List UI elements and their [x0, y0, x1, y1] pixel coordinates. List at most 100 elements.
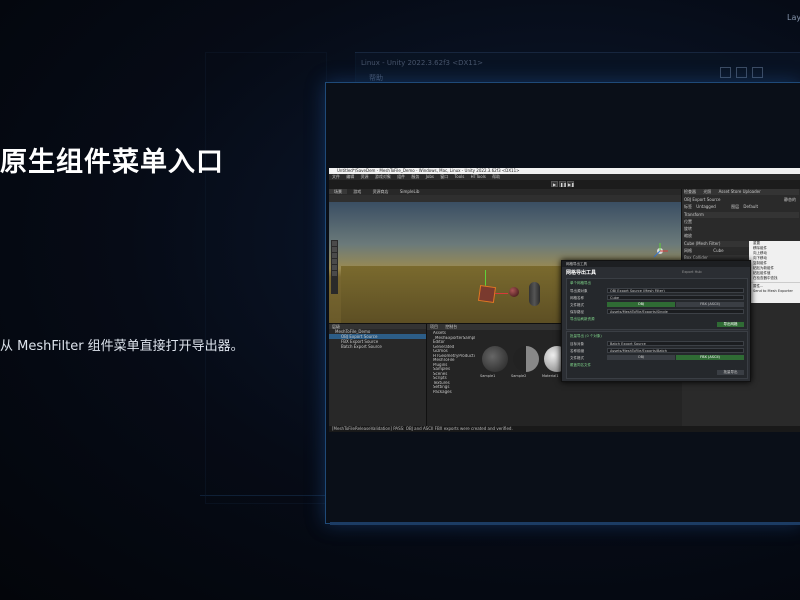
- selected-cube[interactable]: [477, 284, 497, 304]
- batch-target-label: 目标对象: [570, 342, 584, 346]
- tab-asset-store-uploader[interactable]: Asset Store Uploader: [719, 189, 761, 194]
- transform-header[interactable]: Transform: [684, 212, 799, 218]
- close-icon: [752, 67, 763, 78]
- batch-export-section: 批量导出 (0 个对象) 目标对象 Batch Export Source 名称…: [566, 331, 748, 379]
- asset-thumbnail[interactable]: [482, 346, 508, 372]
- section-title: 批量导出 (0 个对象): [570, 334, 602, 338]
- decorative-panel: [205, 52, 327, 504]
- tab-console[interactable]: 控制台: [445, 324, 457, 329]
- slide-subtitle: 从 MeshFilter 组件菜单直接打开导出器。: [0, 339, 244, 354]
- minimize-icon: [720, 67, 731, 78]
- tab-asset-store[interactable]: 资源商店: [368, 189, 394, 194]
- context-menu-item[interactable]: 在检查器中查找: [749, 276, 800, 281]
- asset-thumbnail[interactable]: [513, 346, 539, 372]
- tab-simplelib[interactable]: SimpleLib: [395, 189, 425, 194]
- name-field[interactable]: Cube: [607, 295, 744, 300]
- dialog-tab-hint[interactable]: Export Hub: [682, 270, 702, 274]
- batch-format-label: 文件格式: [570, 356, 584, 360]
- unity-editor-screenshot: Untitled*/SaveDem - MeshToFile_Demo - Wi…: [329, 168, 800, 432]
- step-button[interactable]: ▶❚: [567, 181, 574, 187]
- scale-tool-icon[interactable]: [332, 259, 337, 264]
- path-field[interactable]: Assets/MeshToFile/Exports/Single: [607, 309, 744, 314]
- play-button[interactable]: ▶: [551, 181, 558, 187]
- menu-item[interactable]: HTTools: [471, 174, 486, 179]
- static-toggle[interactable]: 静态的: [784, 197, 796, 203]
- refresh-checkbox[interactable]: 导出后刷新资源: [570, 317, 595, 322]
- menu-item[interactable]: 文件: [332, 174, 340, 179]
- name-label: 网格名称: [570, 296, 584, 300]
- folder-item[interactable]: Packages: [427, 390, 475, 395]
- batch-obj-button[interactable]: OBJ: [607, 355, 675, 360]
- hand-tool-icon[interactable]: [332, 241, 337, 246]
- mesh-field[interactable]: Cube: [713, 248, 723, 253]
- tab-game[interactable]: 游戏: [348, 189, 366, 194]
- send-to-mesh-exporter-item[interactable]: Send to Mesh Exporter: [749, 289, 800, 294]
- menu-item[interactable]: Jobs: [426, 174, 434, 179]
- sphere-object[interactable]: [509, 287, 519, 297]
- asset-label: Sample2: [511, 374, 527, 378]
- object-name-field[interactable]: OBJ Export Source: [684, 197, 720, 202]
- mesh-label: 网格: [684, 248, 692, 253]
- mesh-export-dialog: 网格导出工具 网格导出工具 Export Hub 单个网格导出 导出源对象 OB…: [561, 260, 751, 382]
- menu-item[interactable]: 窗口: [440, 174, 448, 179]
- position-label: 位置: [684, 219, 692, 224]
- menu-item[interactable]: 帮助: [492, 174, 500, 179]
- tag-layer-row: 标签 Untagged 图层 Default: [684, 204, 799, 210]
- object-header: OBJ Export Source 静态的: [684, 197, 799, 203]
- rect-tool-icon[interactable]: [332, 265, 337, 270]
- tag-label: 标签: [684, 204, 692, 209]
- source-label: 导出源对象: [570, 289, 588, 293]
- batch-target-field[interactable]: Batch Export Source: [607, 341, 744, 346]
- tool-palette: [331, 240, 338, 294]
- capsule-object[interactable]: [529, 282, 540, 306]
- tab-inspector[interactable]: 检查器: [684, 189, 696, 194]
- path-label: 保存路径: [570, 310, 584, 314]
- rotation-label: 旋转: [684, 226, 692, 231]
- maximize-icon: [736, 67, 747, 78]
- dialog-title-bar: 网格导出工具: [562, 261, 750, 267]
- menu-item[interactable]: 组件: [397, 174, 405, 179]
- rotate-tool-icon[interactable]: [332, 253, 337, 258]
- asset-label: Sample1: [480, 374, 496, 378]
- source-field[interactable]: OBJ Export Source (Mesh Filter): [607, 288, 744, 293]
- single-export-section: 单个网格导出 导出源对象 OBJ Export Source (Mesh Fil…: [566, 278, 748, 330]
- menu-item[interactable]: 服务: [411, 174, 419, 179]
- dialog-header: 网格导出工具: [566, 270, 597, 276]
- export-mesh-button[interactable]: 导出网格: [717, 322, 744, 327]
- menu-separator: [749, 282, 800, 283]
- project-tree: Assets _MeshExporterSamples Editor Gener…: [427, 331, 475, 428]
- layer-dropdown[interactable]: Default: [743, 204, 758, 209]
- menu-item[interactable]: Tools: [455, 174, 465, 179]
- batch-export-button[interactable]: 批量导出: [717, 370, 744, 375]
- tag-dropdown[interactable]: Untagged: [696, 204, 716, 209]
- frame-reflection: [330, 522, 800, 525]
- scale-label: 缩放: [684, 233, 692, 238]
- transform-tool-icon[interactable]: [332, 271, 337, 276]
- fbx-format-button[interactable]: FBX (ASCII): [676, 302, 744, 307]
- move-tool-icon[interactable]: [332, 247, 337, 252]
- batch-fbx-button[interactable]: FBX (ASCII): [676, 355, 744, 360]
- menu-item[interactable]: 资源: [361, 174, 369, 179]
- hierarchy-panel: 层级 MeshToFile_Demo OBJ Export Source FBX…: [329, 323, 426, 428]
- layer-label: 图层: [731, 204, 740, 209]
- tab-scene[interactable]: 场景: [329, 189, 347, 194]
- tab-lighting[interactable]: 光照: [703, 189, 711, 194]
- orientation-gizmo-icon[interactable]: [651, 242, 669, 260]
- background-window-title: Linux - Unity 2022.3.62f3 <DX11>: [361, 59, 484, 67]
- prefix-field[interactable]: Assets/MeshToFile/Exports/Batch: [607, 348, 744, 353]
- component-context-menu: 重置 移除组件 向上移动 向下移动 复制组件 粘贴为新组件 粘贴组件值 在检查器…: [749, 241, 800, 303]
- section-title: 单个网格导出: [570, 281, 591, 285]
- hierarchy-item[interactable]: Batch Export Source: [329, 344, 426, 349]
- slide-title: 原生组件菜单入口: [0, 147, 224, 178]
- overwrite-checkbox[interactable]: 覆盖同名文件: [570, 363, 591, 368]
- layout-label: Lay: [787, 13, 800, 22]
- tab-project[interactable]: 项目: [430, 324, 438, 329]
- pause-button[interactable]: ❚❚: [559, 181, 567, 187]
- status-bar: [MeshToFileReleaseValidation] PASS: OBJ …: [329, 426, 800, 432]
- obj-format-button[interactable]: OBJ: [607, 302, 675, 307]
- prefix-label: 名称前缀: [570, 349, 584, 353]
- menu-item[interactable]: 编辑: [346, 174, 354, 179]
- inspector-tabs: 检查器 光照 Asset Store Uploader: [684, 189, 799, 195]
- menu-item[interactable]: 游戏对象: [375, 174, 391, 179]
- format-label: 文件格式: [570, 303, 584, 307]
